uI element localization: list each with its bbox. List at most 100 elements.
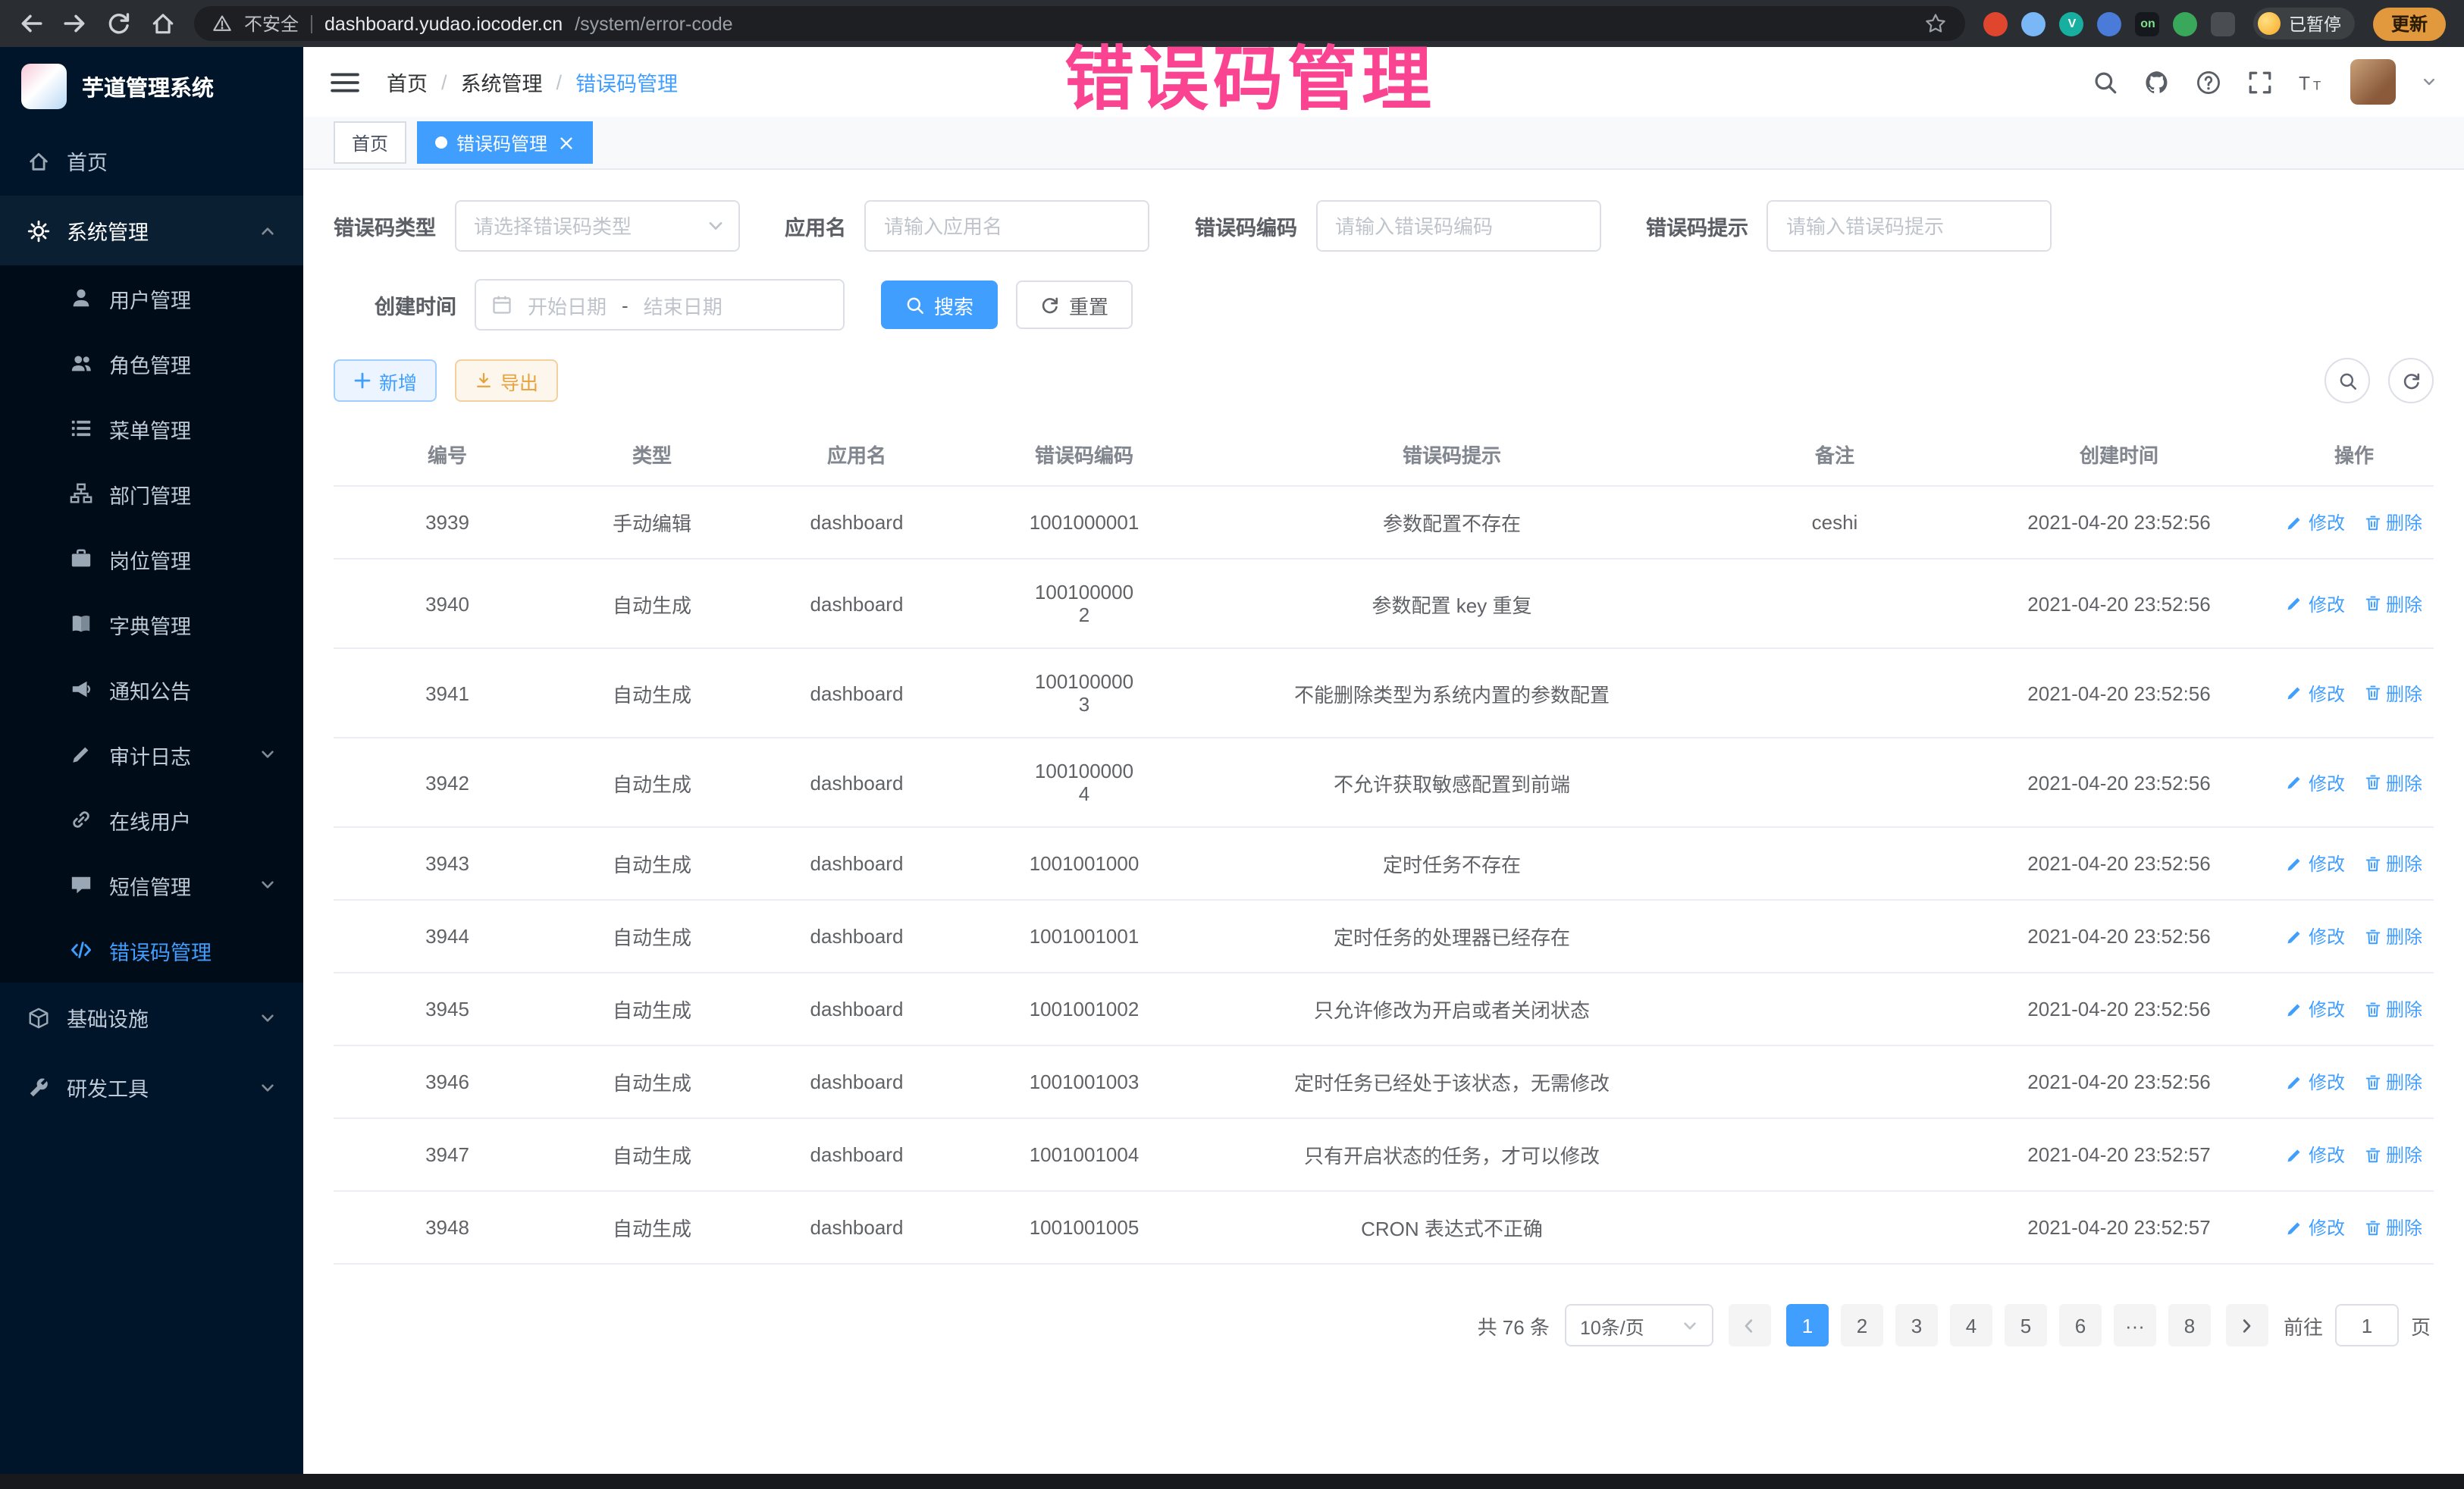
error-type-select[interactable]	[454, 200, 739, 252]
help-icon[interactable]	[2196, 69, 2221, 95]
sidebar-item[interactable]: 审计日志	[0, 722, 303, 787]
font-size-icon[interactable]: TT	[2299, 69, 2324, 95]
avatar-caret-icon[interactable]	[2422, 74, 2437, 89]
edit-link[interactable]: 修改	[2286, 1215, 2345, 1240]
table-row[interactable]: 3945 自动生成 dashboard 1001001002 只允许修改为开启或…	[334, 973, 2434, 1045]
page-button[interactable]: 2	[1841, 1304, 1883, 1346]
delete-link[interactable]: 删除	[2363, 851, 2422, 876]
delete-link[interactable]: 删除	[2363, 770, 2422, 795]
edit-link[interactable]: 修改	[2286, 591, 2345, 616]
forward-icon[interactable]	[62, 11, 88, 36]
table-row[interactable]: 3943 自动生成 dashboard 1001001000 定时任务不存在 2…	[334, 827, 2434, 900]
extension-icon[interactable]	[2174, 11, 2198, 36]
edit-link[interactable]: 修改	[2286, 509, 2345, 535]
breadcrumb-system[interactable]: 系统管理	[461, 67, 543, 97]
reset-button[interactable]: 重置	[1016, 281, 1133, 329]
delete-link[interactable]: 删除	[2363, 680, 2422, 706]
extension-icon[interactable]: V	[2060, 11, 2084, 36]
page-button[interactable]: 5	[2005, 1304, 2047, 1346]
edit-link[interactable]: 修改	[2286, 1069, 2345, 1095]
edit-link[interactable]: 修改	[2286, 923, 2345, 949]
edit-link[interactable]: 修改	[2286, 680, 2345, 706]
refresh-table-button[interactable]	[2388, 358, 2434, 403]
page-button[interactable]: ···	[2114, 1304, 2156, 1346]
address-bar[interactable]: 不安全 dashboard.yudao.iocoder.cn /system/e…	[194, 6, 1966, 41]
date-range-picker[interactable]: 开始日期 - 结束日期	[475, 279, 845, 331]
filter-create-time: 创建时间 开始日期 - 结束日期	[334, 279, 845, 331]
table-row[interactable]: 3947 自动生成 dashboard 1001001004 只有开启状态的任务…	[334, 1118, 2434, 1191]
add-button[interactable]: 新增	[334, 359, 437, 402]
sidebar-item[interactable]: 用户管理	[0, 265, 303, 331]
table-row[interactable]: 3946 自动生成 dashboard 1001001003 定时任务已经处于该…	[334, 1045, 2434, 1118]
sidebar-item[interactable]: 菜单管理	[0, 396, 303, 461]
app-name-input[interactable]	[864, 200, 1149, 252]
edit-link[interactable]: 修改	[2286, 851, 2345, 876]
app-logo[interactable]: 芋道管理系统	[0, 47, 303, 126]
extension-icon[interactable]	[2022, 11, 2046, 36]
page-button[interactable]: 1	[1786, 1304, 1829, 1346]
reload-icon[interactable]	[106, 11, 132, 36]
search-button[interactable]: 搜索	[881, 281, 998, 329]
tab-home[interactable]: 首页	[334, 121, 406, 164]
extension-icon[interactable]	[1984, 11, 2008, 36]
extension-icon[interactable]	[2098, 11, 2122, 36]
table-row[interactable]: 3940 自动生成 dashboard 100100000 2 参数配置 key…	[334, 559, 2434, 648]
table-row[interactable]: 3941 自动生成 dashboard 100100000 3 不能删除类型为系…	[334, 648, 2434, 738]
delete-link[interactable]: 删除	[2363, 1215, 2422, 1240]
delete-link[interactable]: 删除	[2363, 591, 2422, 616]
github-icon[interactable]	[2144, 69, 2170, 95]
page-button[interactable]: 6	[2059, 1304, 2102, 1346]
fullscreen-icon[interactable]	[2247, 69, 2273, 95]
sidebar-item[interactable]: 错误码管理	[0, 917, 303, 983]
error-hint-input[interactable]	[1766, 200, 2052, 252]
browser-update-button[interactable]: 更新	[2373, 7, 2446, 40]
delete-link[interactable]: 删除	[2363, 923, 2422, 949]
home-icon[interactable]	[150, 11, 176, 36]
page-button[interactable]: 3	[1895, 1304, 1938, 1346]
edit-link[interactable]: 修改	[2286, 996, 2345, 1022]
back-icon[interactable]	[18, 11, 44, 36]
sidebar-item[interactable]: 短信管理	[0, 852, 303, 917]
export-button[interactable]: 导出	[455, 359, 558, 402]
sidebar-item[interactable]: 系统管理	[0, 196, 303, 265]
breadcrumb-home[interactable]: 首页	[387, 67, 428, 97]
bookmark-star-icon[interactable]	[1925, 12, 1948, 35]
sidebar-item[interactable]: 字典管理	[0, 591, 303, 657]
hamburger-icon[interactable]	[331, 71, 359, 93]
sidebar-item[interactable]: 首页	[0, 126, 303, 196]
page-size-select[interactable]: 10条/页	[1565, 1304, 1713, 1346]
sidebar-item[interactable]: 通知公告	[0, 657, 303, 722]
tab-error-code[interactable]: 错误码管理	[417, 121, 593, 164]
prev-page-button[interactable]	[1729, 1304, 1771, 1346]
toggle-search-button[interactable]	[2324, 358, 2370, 403]
delete-link[interactable]: 删除	[2363, 509, 2422, 535]
delete-link[interactable]: 删除	[2363, 996, 2422, 1022]
sidebar-item[interactable]: 在线用户	[0, 787, 303, 852]
sidebar-item[interactable]: 岗位管理	[0, 526, 303, 591]
goto-page-input[interactable]	[2335, 1304, 2399, 1346]
user-avatar[interactable]	[2350, 59, 2396, 105]
search-icon[interactable]	[2093, 69, 2118, 95]
page-button[interactable]: 4	[1950, 1304, 1992, 1346]
table-row[interactable]: 3944 自动生成 dashboard 1001001001 定时任务的处理器已…	[334, 900, 2434, 973]
next-page-button[interactable]	[2226, 1304, 2268, 1346]
sidebar-item[interactable]: 研发工具	[0, 1052, 303, 1122]
delete-link[interactable]: 删除	[2363, 1142, 2422, 1168]
close-tab-icon[interactable]	[558, 134, 575, 151]
edit-link[interactable]: 修改	[2286, 770, 2345, 795]
sidebar-item[interactable]: 角色管理	[0, 331, 303, 396]
extension-icon[interactable]: on	[2136, 11, 2160, 36]
table-row[interactable]: 3942 自动生成 dashboard 100100000 4 不允许获取敏感配…	[334, 738, 2434, 827]
table-row[interactable]: 3948 自动生成 dashboard 1001001005 CRON 表达式不…	[334, 1191, 2434, 1264]
sidebar-item[interactable]: 部门管理	[0, 461, 303, 526]
edit-link[interactable]: 修改	[2286, 1142, 2345, 1168]
profile-paused-badge[interactable]: 已暂停	[2254, 8, 2355, 39]
delete-link[interactable]: 删除	[2363, 1069, 2422, 1095]
cell-type: 手动编辑	[561, 486, 743, 559]
sidebar-item[interactable]: 基础设施	[0, 983, 303, 1052]
menu-item-label: 研发工具	[67, 1072, 149, 1102]
extension-icon[interactable]	[2212, 11, 2236, 36]
error-code-input[interactable]	[1315, 200, 1600, 252]
page-button[interactable]: 8	[2168, 1304, 2211, 1346]
table-row[interactable]: 3939 手动编辑 dashboard 1001000001 参数配置不存在 c…	[334, 486, 2434, 559]
